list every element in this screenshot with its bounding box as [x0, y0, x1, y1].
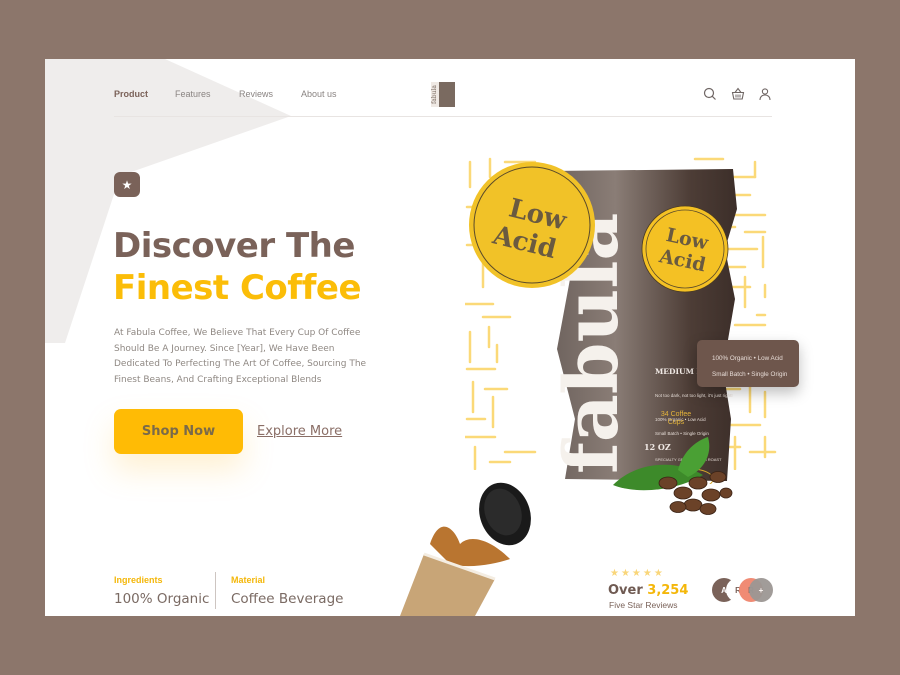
shop-now-button[interactable]: Shop Now	[114, 409, 243, 454]
stat-ingredients-value: 100% Organic	[114, 591, 210, 607]
hero-title-line1: Discover The	[113, 226, 355, 266]
landing-page: Product Features Reviews About us fabula…	[45, 59, 855, 616]
coffee-beans-image	[613, 437, 733, 515]
tooltip-line2: Small Batch • Single Origin	[712, 371, 788, 378]
logo-text: fabula	[431, 82, 439, 107]
stat-divider	[215, 572, 216, 609]
hero-title-coffee: Coffee	[239, 268, 362, 308]
hero-title-line2: Finest Coffee	[113, 267, 362, 309]
nav-divider	[114, 116, 772, 117]
bag-tagline: Not too dark, not too light, it's just r…	[655, 393, 733, 398]
nav-reviews[interactable]: Reviews	[239, 89, 273, 99]
hero-title: Discover The Finest Coffee	[113, 225, 362, 309]
hero-title-finest: Finest	[113, 268, 240, 308]
review-stars: ★★★★★	[610, 568, 665, 579]
stat-ingredients-label: Ingredients	[114, 575, 163, 585]
nav-about-us[interactable]: About us	[301, 89, 337, 99]
hero-description: At Fabula Coffee, We Believe That Every …	[114, 328, 367, 385]
coffee-cup-image	[400, 482, 531, 616]
tooltip-line1: 100% Organic • Low Acid	[712, 355, 783, 362]
stat-material-value: Coffee Beverage	[231, 591, 344, 607]
star-badge: ★	[114, 172, 140, 197]
logo[interactable]: fabula	[431, 82, 455, 107]
nav-product[interactable]: Product	[114, 89, 148, 99]
stat-material-label: Material	[231, 575, 266, 585]
plus-icon: +	[758, 585, 764, 595]
star-icon: ★	[121, 177, 133, 192]
product-tooltip: 100% Organic • Low Acid Small Batch • Si…	[697, 340, 799, 387]
reviews-number: 3,254	[647, 583, 689, 598]
explore-more-link[interactable]: Explore More	[257, 424, 342, 439]
more-avatars-button[interactable]: +	[749, 578, 773, 602]
reviews-label: Five Star Reviews	[609, 600, 678, 610]
nav-features[interactable]: Features	[175, 89, 211, 99]
reviews-count: Over 3,254	[608, 583, 688, 598]
user-icon[interactable]	[758, 87, 772, 101]
reviews-prefix: Over	[608, 583, 648, 598]
basket-icon[interactable]	[731, 87, 745, 101]
search-icon[interactable]	[703, 87, 717, 101]
low-acid-sticker: Low Acid	[469, 162, 595, 288]
bag-cups: 34 Coffee Cups	[660, 411, 692, 426]
